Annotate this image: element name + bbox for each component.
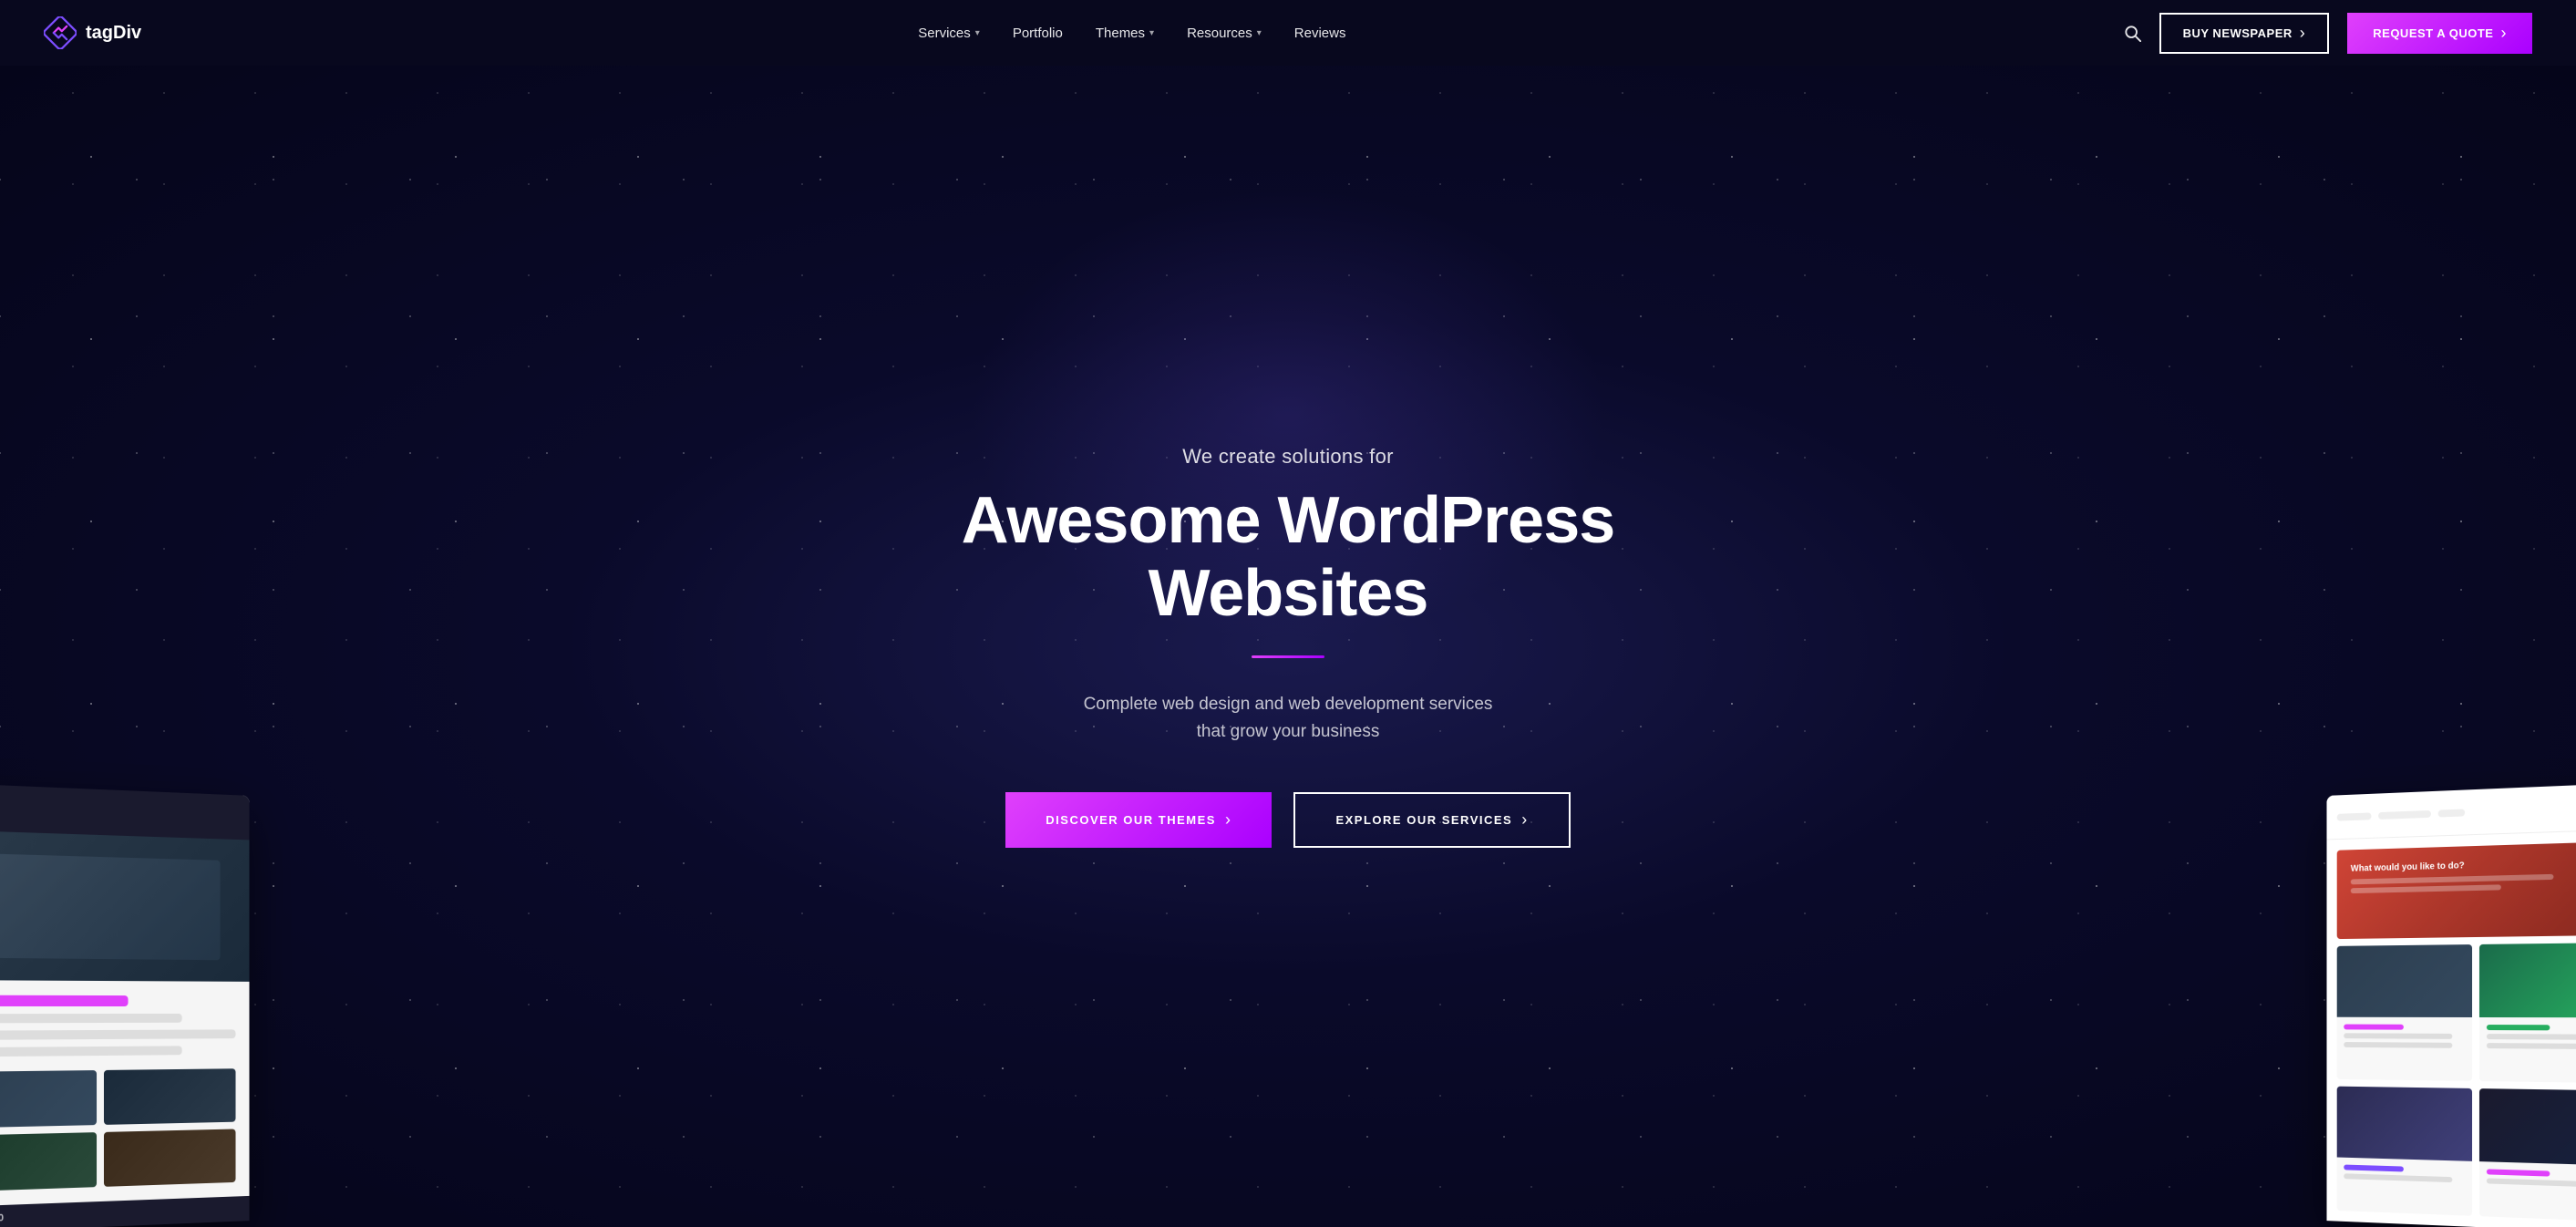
mockup-cards [2337,943,2576,1222]
hero-section: 2,463,180 We create solutions for Awesom… [0,66,2576,1227]
mockup-card-item [2479,1088,2576,1222]
nav-item-reviews[interactable]: Reviews [1294,26,1346,41]
nav-links: Services ▾ Portfolio Themes ▾ Resources … [918,26,1345,41]
arrow-icon: › [1521,810,1529,830]
chevron-down-icon: ▾ [1257,28,1262,38]
buy-newspaper-button[interactable]: BUY NEWSPAPER › [2159,13,2330,54]
hero-title: Awesome WordPress Websites [900,485,1676,629]
nav-right: BUY NEWSPAPER › REQUEST A QUOTE › [2123,13,2532,54]
chevron-down-icon: ▾ [975,28,980,38]
nav-item-portfolio[interactable]: Portfolio [1013,26,1063,41]
mockup-card-right: What would you like to do? [2326,783,2576,1227]
nav-link-services[interactable]: Services ▾ [918,26,980,41]
arrow-icon: › [1225,810,1232,830]
hero-divider [1252,655,1324,658]
mockup-text-area [0,980,250,1072]
hero-buttons: DISCOVER OUR THEMES › EXPLORE OUR SERVIC… [900,792,1676,848]
mockup-card-item [2337,1087,2472,1216]
explore-services-button[interactable]: EXPLORE OUR SERVICES › [1293,792,1570,848]
nav-link-portfolio[interactable]: Portfolio [1013,26,1063,41]
search-icon [2123,24,2141,42]
hero-content: We create solutions for Awesome WordPres… [878,445,1698,847]
hero-description: Complete web design and web development … [900,691,1676,747]
mockup-card-item [2337,944,2472,1081]
chevron-down-icon: ▾ [1149,28,1154,38]
mockup-right-header [2326,783,2576,840]
nav-link-reviews[interactable]: Reviews [1294,26,1346,41]
mockup-left: 2,463,180 [0,783,250,1227]
discover-themes-button[interactable]: DISCOVER OUR THEMES › [1005,792,1272,848]
mockup-right: What would you like to do? [2326,783,2576,1227]
mockup-image-block [0,830,250,982]
mockup-card-left: 2,463,180 [0,783,250,1227]
arrow-icon: › [2500,24,2507,43]
mockup-right-content: What would you like to do? [2326,830,2576,1227]
logo-link[interactable]: tagDiv [44,16,141,49]
nav-item-themes[interactable]: Themes ▾ [1096,26,1154,41]
nav-link-resources[interactable]: Resources ▾ [1187,26,1262,41]
navbar: tagDiv Services ▾ Portfolio Themes ▾ Res… [0,0,2576,66]
logo-text: tagDiv [86,23,141,44]
arrow-icon: › [2300,24,2306,43]
hero-subtitle: We create solutions for [900,445,1676,469]
mockup-grid [0,1068,250,1207]
nav-link-themes[interactable]: Themes ▾ [1096,26,1154,41]
mockup-card-item [2479,943,2576,1083]
nav-item-services[interactable]: Services ▾ [918,26,980,41]
mockup-content: 2,463,180 [0,830,250,1227]
nav-item-resources[interactable]: Resources ▾ [1187,26,1262,41]
search-button[interactable] [2123,24,2141,42]
logo-icon [44,16,77,49]
request-quote-button[interactable]: REQUEST A QUOTE › [2347,13,2532,54]
mockup-header [0,783,250,840]
mockup-banner: What would you like to do? [2337,841,2576,939]
